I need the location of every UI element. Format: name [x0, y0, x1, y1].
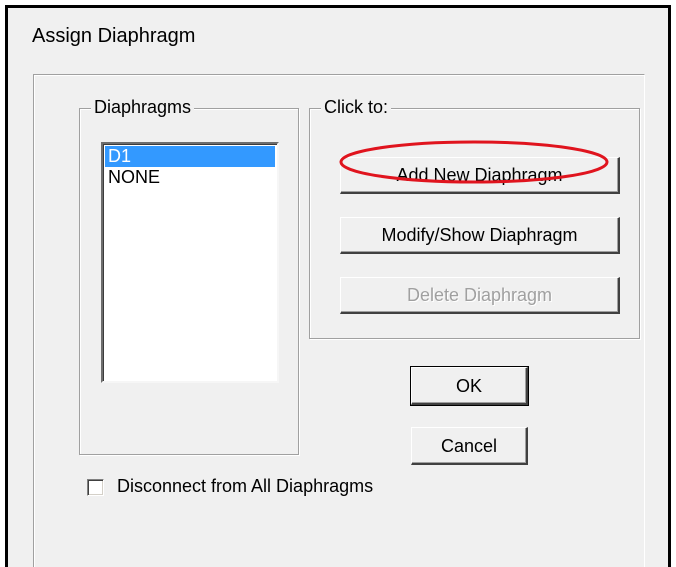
dialog-client-area: Diaphragms D1 NONE Click to: Add New Dia…: [33, 74, 645, 567]
ok-button-label: OK: [455, 375, 482, 396]
delete-diaphragm-button-label: Delete Diaphragm: [406, 284, 553, 305]
assign-diaphragm-dialog: Assign Diaphragm Diaphragms D1 NONE Clic…: [5, 5, 671, 567]
cancel-button-label: Cancel: [440, 435, 498, 456]
disconnect-checkbox[interactable]: [87, 479, 104, 496]
diaphragms-group: Diaphragms D1 NONE: [79, 97, 299, 455]
dialog-title: Assign Diaphragm: [32, 25, 196, 47]
ok-button[interactable]: OK: [410, 366, 529, 406]
disconnect-checkbox-label[interactable]: Disconnect from All Diaphragms: [117, 476, 373, 497]
list-item-d1[interactable]: D1: [105, 146, 275, 167]
add-new-diaphragm-button[interactable]: Add New Diaphragm: [340, 157, 620, 194]
modify-show-diaphragm-button[interactable]: Modify/Show Diaphragm: [340, 217, 620, 254]
cancel-button[interactable]: Cancel: [411, 427, 528, 465]
delete-diaphragm-button[interactable]: Delete Diaphragm: [340, 277, 620, 314]
diaphragms-group-label: Diaphragms: [91, 97, 195, 118]
click-to-group-label: Click to:: [321, 97, 392, 118]
add-new-diaphragm-button-label: Add New Diaphragm: [396, 164, 563, 185]
title-bar[interactable]: Assign Diaphragm: [8, 8, 668, 74]
modify-show-diaphragm-button-label: Modify/Show Diaphragm: [381, 224, 578, 245]
diaphragms-listbox[interactable]: D1 NONE: [101, 142, 279, 383]
list-item-none[interactable]: NONE: [105, 167, 275, 188]
